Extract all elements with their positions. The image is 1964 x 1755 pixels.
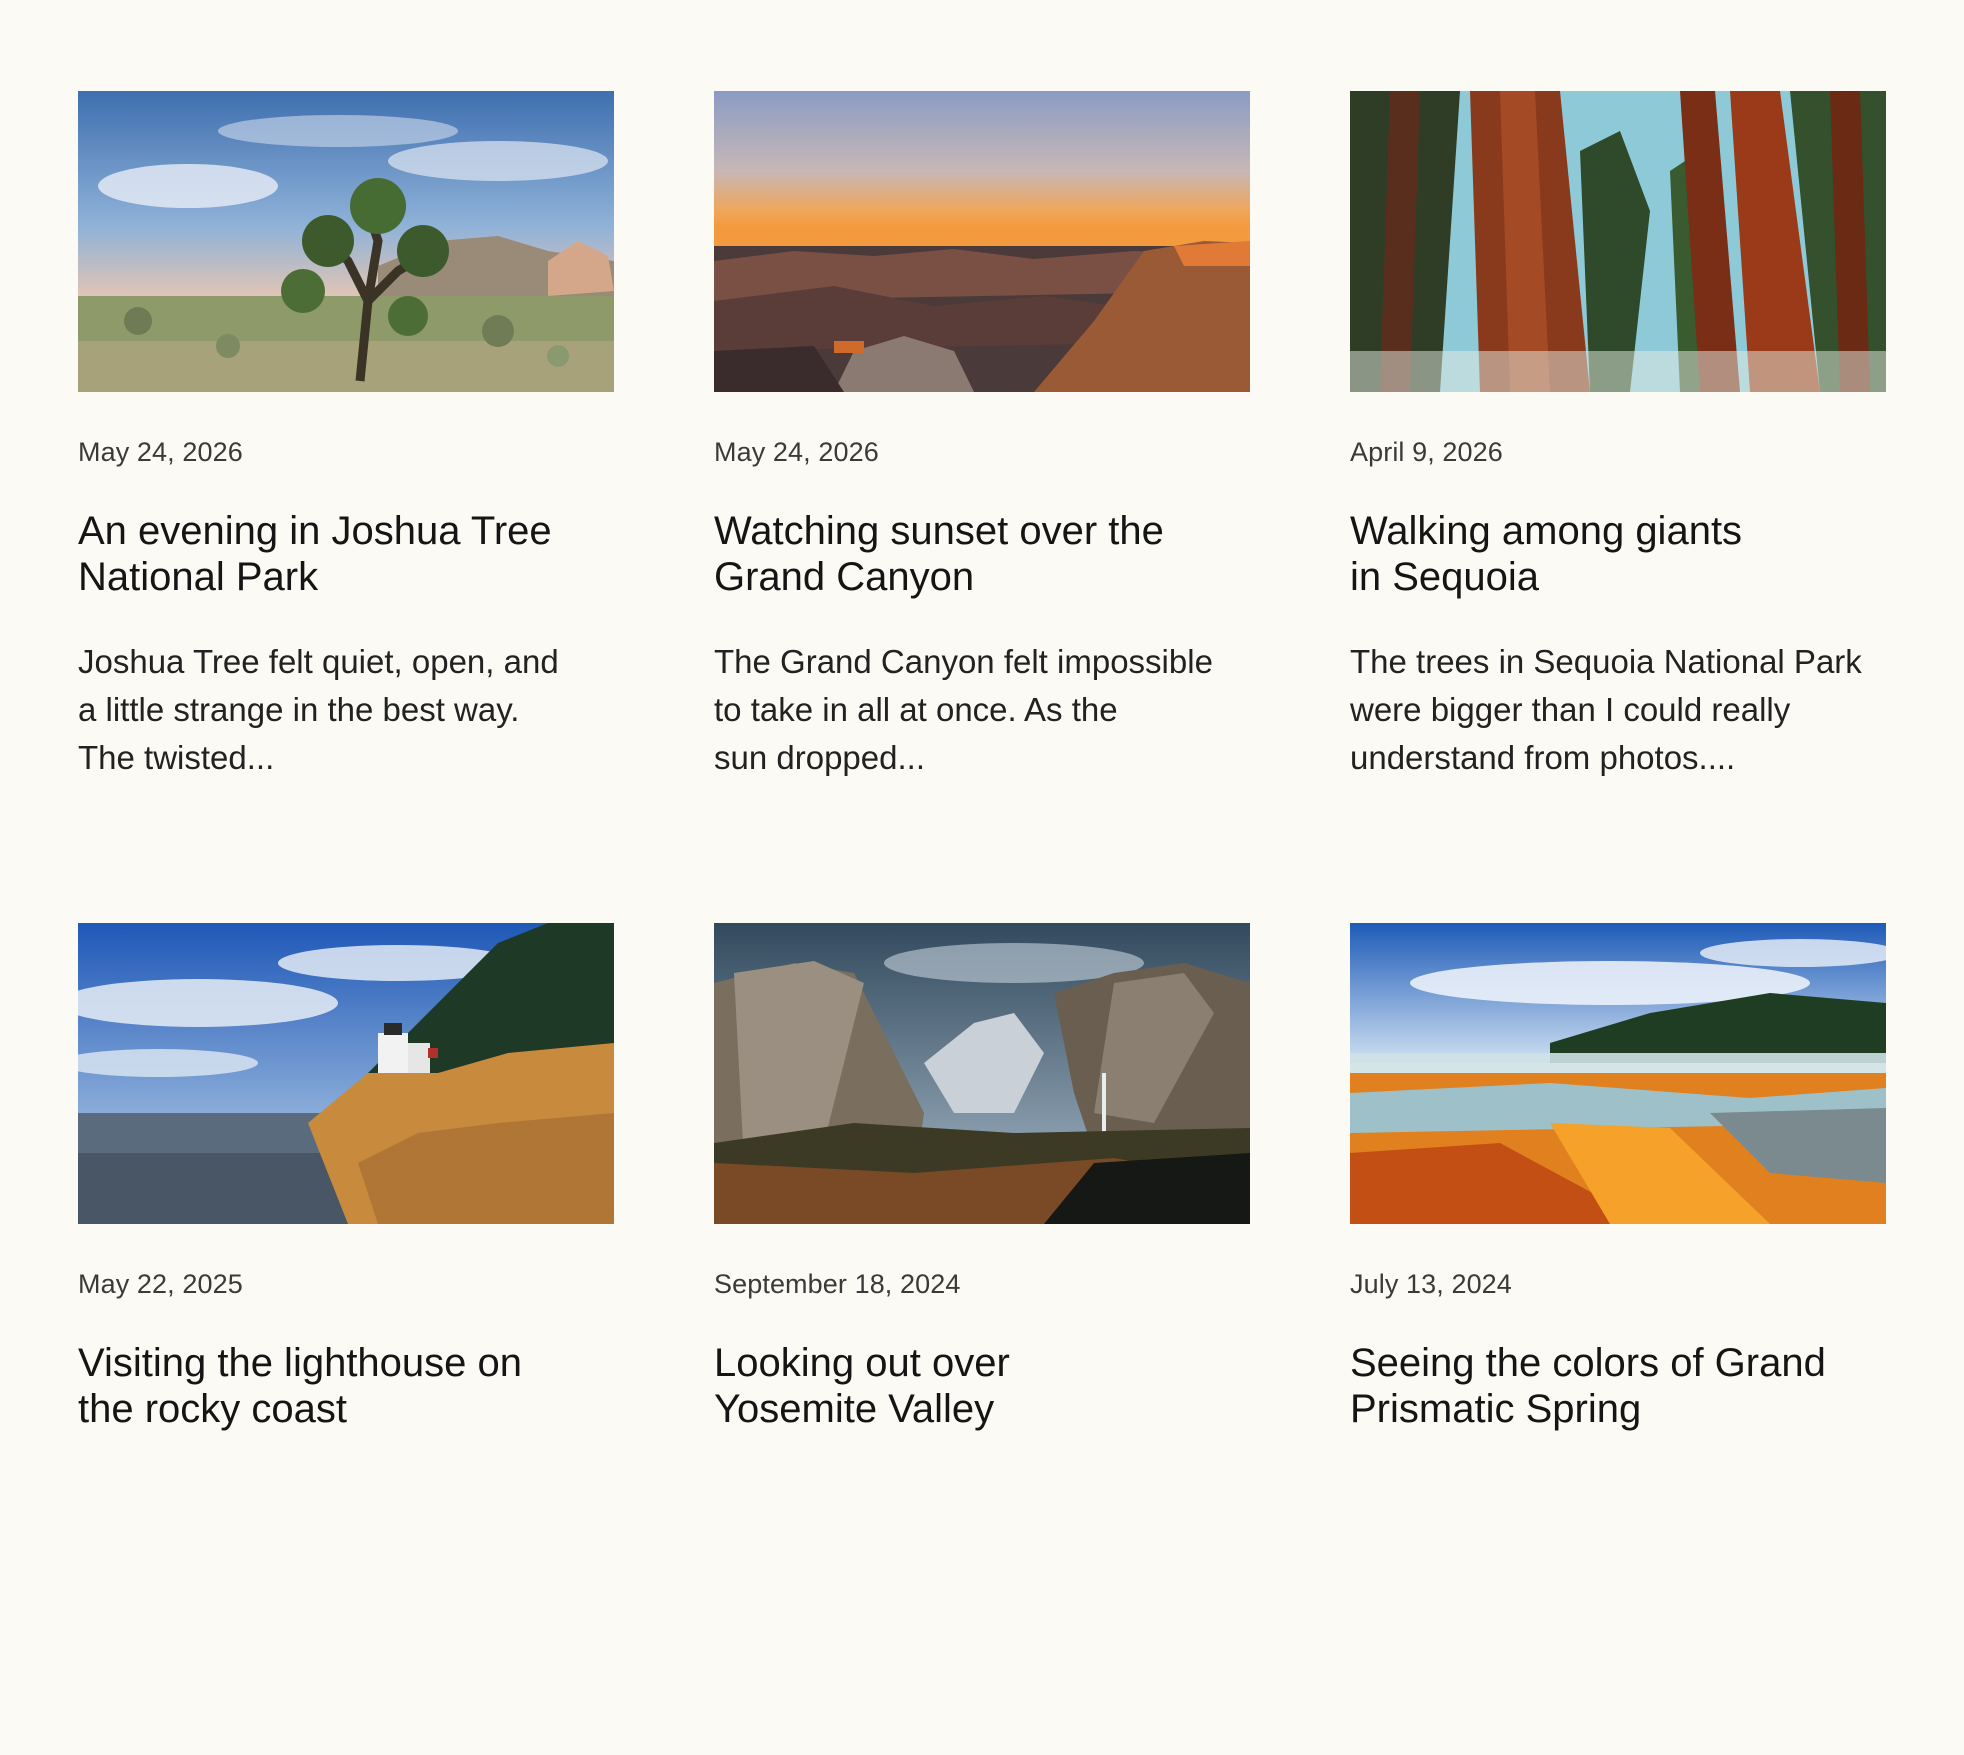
grand-prismatic-photo-icon <box>1350 923 1886 1224</box>
post-card: May 24, 2026 An evening in Joshua Tree N… <box>78 91 614 923</box>
post-title-line: Yosemite Valley <box>714 1387 995 1431</box>
post-thumbnail-link[interactable] <box>1350 923 1886 1224</box>
post-excerpt-line: were bigger than I could really <box>1350 691 1791 728</box>
post-date: May 24, 2026 <box>714 437 879 467</box>
post-title-link[interactable]: Visiting the lighthouse on the rocky coa… <box>78 1340 598 1432</box>
post-card: July 13, 2024 Seeing the colors of Grand… <box>1350 923 1886 1755</box>
post-card: May 22, 2025 Visiting the lighthouse on … <box>78 923 614 1755</box>
post-excerpt-line: sun dropped... <box>714 739 925 776</box>
post-thumbnail-link[interactable] <box>714 923 1250 1224</box>
sequoia-photo-icon <box>1350 91 1886 392</box>
post-title-line: Walking among giants <box>1350 509 1743 553</box>
post-title-link[interactable]: Walking among giants in Sequoia <box>1350 508 1870 600</box>
post-date: September 18, 2024 <box>714 1269 961 1299</box>
post-title-line: An evening in Joshua Tree <box>78 509 552 553</box>
post-thumbnail-link[interactable] <box>714 91 1250 392</box>
post-thumbnail-link[interactable] <box>1350 91 1886 392</box>
post-title-line: Visiting the lighthouse on <box>78 1341 523 1385</box>
post-card: April 9, 2026 Walking among giants in Se… <box>1350 91 1886 923</box>
joshua-tree-photo-icon <box>78 91 614 392</box>
post-card: May 24, 2026 Watching sunset over the Gr… <box>714 91 1250 923</box>
post-title-line: Seeing the colors of Grand <box>1350 1341 1826 1385</box>
post-excerpt-line: to take in all at once. As the <box>714 691 1118 728</box>
post-title-link[interactable]: Seeing the colors of Grand Prismatic Spr… <box>1350 1340 1870 1432</box>
post-excerpt: The trees in Sequoia National Park were … <box>1350 638 1870 782</box>
post-excerpt-line: a little strange in the best way. <box>78 691 520 728</box>
post-date: July 13, 2024 <box>1350 1269 1512 1299</box>
post-title-link[interactable]: Looking out over Yosemite Valley <box>714 1340 1234 1432</box>
post-date: April 9, 2026 <box>1350 437 1503 467</box>
post-card: September 18, 2024 Looking out over Yose… <box>714 923 1250 1755</box>
yosemite-valley-photo-icon <box>714 923 1250 1224</box>
post-excerpt-line: The twisted... <box>78 739 275 776</box>
post-title-line: the rocky coast <box>78 1387 348 1431</box>
lighthouse-photo-icon <box>78 923 614 1224</box>
grand-canyon-photo-icon <box>714 91 1250 392</box>
post-excerpt-line: The Grand Canyon felt impossible <box>714 643 1213 680</box>
post-excerpt-line: Joshua Tree felt quiet, open, and <box>78 643 559 680</box>
post-grid: May 24, 2026 An evening in Joshua Tree N… <box>78 91 1886 1755</box>
post-title-line: Grand Canyon <box>714 555 975 599</box>
post-title-line: Prismatic Spring <box>1350 1387 1642 1431</box>
post-thumbnail-link[interactable] <box>78 923 614 1224</box>
post-excerpt-line: understand from photos.... <box>1350 739 1736 776</box>
post-excerpt-line: The trees in Sequoia National Park <box>1350 643 1862 680</box>
post-title-line: National Park <box>78 555 319 599</box>
post-excerpt: Joshua Tree felt quiet, open, and a litt… <box>78 638 598 782</box>
post-title-line: in Sequoia <box>1350 555 1540 599</box>
post-title-link[interactable]: Watching sunset over the Grand Canyon <box>714 508 1234 600</box>
post-thumbnail-link[interactable] <box>78 91 614 392</box>
post-date: May 22, 2025 <box>78 1269 243 1299</box>
post-date: May 24, 2026 <box>78 437 243 467</box>
post-excerpt: The Grand Canyon felt impossible to take… <box>714 638 1234 782</box>
post-title-line: Watching sunset over the <box>714 509 1164 553</box>
post-title-line: Looking out over <box>714 1341 1010 1385</box>
post-title-link[interactable]: An evening in Joshua Tree National Park <box>78 508 598 600</box>
